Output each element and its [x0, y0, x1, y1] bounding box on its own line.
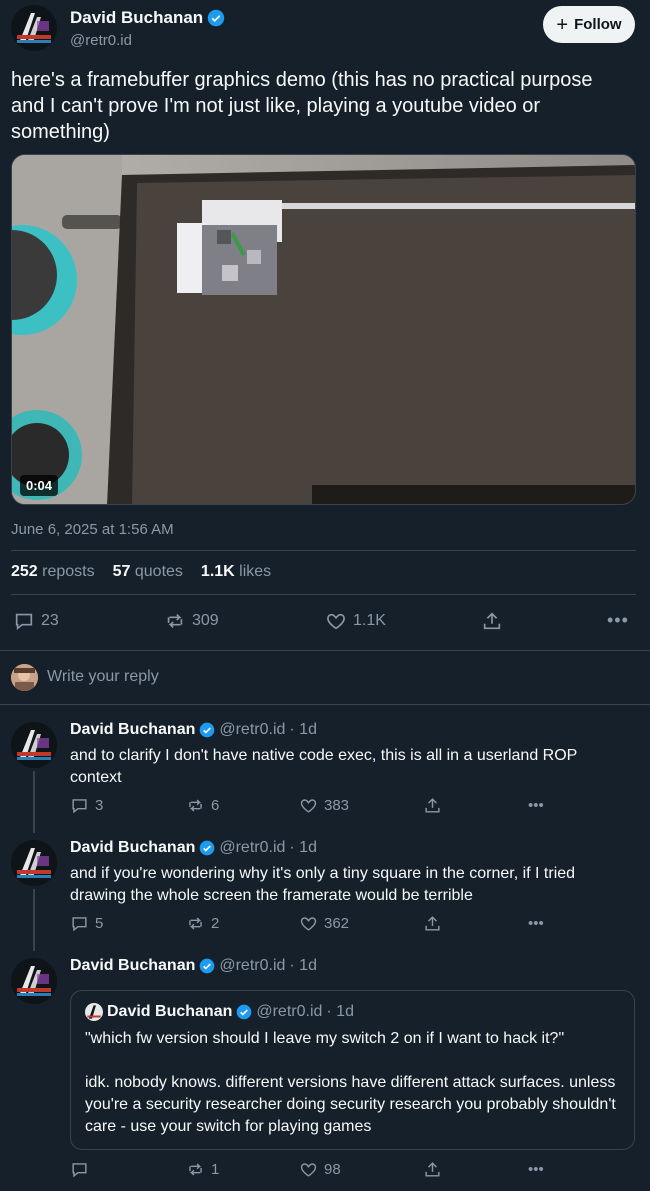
- like-button[interactable]: 362: [299, 914, 349, 933]
- reply-avatar[interactable]: [11, 722, 57, 768]
- repost-button[interactable]: 309: [164, 610, 219, 632]
- quoted-avatar: [85, 1003, 103, 1021]
- divider: [0, 704, 650, 705]
- divider: [11, 594, 636, 595]
- reply-icon: [72, 1163, 87, 1178]
- reply-author-name[interactable]: David Buchanan: [70, 839, 195, 857]
- more-icon: •••: [528, 1161, 544, 1178]
- heart-icon: [300, 1163, 317, 1177]
- heart-icon: [300, 799, 317, 813]
- verified-badge-icon: [200, 722, 215, 738]
- quoted-author-handle: @retr0.id: [256, 1003, 323, 1020]
- repost-button[interactable]: 2: [186, 914, 219, 933]
- follow-button[interactable]: + Follow: [543, 6, 635, 43]
- reply-avatar[interactable]: [11, 958, 57, 1004]
- reply-author-name[interactable]: David Buchanan: [70, 957, 195, 975]
- more-icon: •••: [607, 610, 629, 630]
- more-icon: •••: [528, 797, 544, 814]
- repost-icon: [189, 917, 202, 930]
- share-button[interactable]: [481, 610, 503, 632]
- verified-badge-icon: [200, 840, 215, 856]
- thread-line: [33, 889, 35, 951]
- reply-header: David Buchanan @retr0.id · 1d: [70, 839, 317, 857]
- video-frame: [12, 155, 635, 504]
- plus-icon: +: [556, 13, 569, 36]
- author-avatar[interactable]: [11, 5, 57, 51]
- reply-icon: [72, 917, 87, 932]
- reply-button[interactable]: 23: [13, 610, 59, 632]
- reply-button[interactable]: 3: [70, 796, 103, 815]
- tweet-text: here's a framebuffer graphics demo (this…: [11, 69, 593, 143]
- reply-time[interactable]: · 1d: [289, 957, 317, 975]
- repost-button[interactable]: 6: [186, 796, 219, 815]
- repost-icon: [189, 1163, 202, 1176]
- reply-button[interactable]: [70, 1160, 95, 1179]
- quoted-text: "which fw version should I leave my swit…: [85, 1030, 565, 1047]
- reply-time[interactable]: · 1d: [289, 721, 317, 739]
- reply-text: and to clarify I don't have native code …: [70, 747, 578, 786]
- more-options-button[interactable]: •••: [528, 797, 544, 814]
- heart-icon: [327, 613, 345, 630]
- reply-icon: [15, 613, 33, 631]
- reposts-stat[interactable]: 252 reposts: [11, 563, 95, 581]
- reply-author-handle[interactable]: @retr0.id: [219, 957, 285, 975]
- share-button[interactable]: [423, 1160, 442, 1179]
- quoted-post[interactable]: David Buchanan @retr0.id · 1d "which fw …: [70, 990, 635, 1150]
- reply-button[interactable]: 5: [70, 914, 103, 933]
- share-icon: [425, 798, 440, 813]
- quoted-text: idk. nobody knows. different versions ha…: [85, 1074, 616, 1135]
- repost-icon: [167, 613, 183, 629]
- like-button[interactable]: 98: [299, 1160, 341, 1179]
- reply-author-handle[interactable]: @retr0.id: [219, 839, 285, 857]
- share-icon: [425, 1162, 440, 1177]
- reply-input[interactable]: Write your reply: [47, 668, 159, 686]
- reply-time[interactable]: · 1d: [289, 839, 317, 857]
- share-icon: [425, 916, 440, 931]
- repost-icon: [189, 799, 202, 812]
- author-name[interactable]: David Buchanan: [70, 8, 225, 28]
- heart-icon: [300, 917, 317, 931]
- more-options-button[interactable]: •••: [528, 1161, 544, 1178]
- video-player[interactable]: 0:04: [11, 154, 636, 505]
- quoted-time: · 1d: [326, 1003, 354, 1020]
- share-button[interactable]: [423, 914, 442, 933]
- verified-badge-icon: [207, 9, 225, 27]
- quoted-author-name: David Buchanan: [107, 1003, 233, 1020]
- video-duration: 0:04: [20, 475, 59, 496]
- likes-stat[interactable]: 1.1K likes: [201, 563, 271, 581]
- verified-badge-icon: [237, 1004, 252, 1020]
- share-button[interactable]: [423, 796, 442, 815]
- reply-icon: [72, 799, 87, 814]
- more-icon: •••: [528, 915, 544, 932]
- reply-header: David Buchanan @retr0.id · 1d: [70, 957, 317, 975]
- tweet-timestamp[interactable]: June 6, 2025 at 1:56 AM: [11, 521, 174, 538]
- divider: [0, 650, 650, 651]
- reply-avatar[interactable]: [11, 840, 57, 886]
- like-button[interactable]: 1.1K: [325, 610, 386, 632]
- divider: [11, 550, 636, 551]
- more-options-button[interactable]: •••: [528, 915, 544, 932]
- reply-text: and if you're wondering why it's only a …: [70, 865, 576, 904]
- quoted-post-header: David Buchanan @retr0.id · 1d: [85, 1003, 354, 1021]
- reply-author-name[interactable]: David Buchanan: [70, 721, 195, 739]
- quotes-stat[interactable]: 57 quotes: [113, 563, 183, 581]
- share-icon: [483, 612, 501, 630]
- tweet-stats: 252 reposts 57 quotes 1.1K likes: [11, 563, 271, 581]
- thread-line: [33, 771, 35, 833]
- author-handle[interactable]: @retr0.id: [70, 32, 132, 49]
- more-options-button[interactable]: •••: [607, 610, 629, 631]
- verified-badge-icon: [200, 958, 215, 974]
- repost-button[interactable]: 1: [186, 1160, 219, 1179]
- reply-author-handle[interactable]: @retr0.id: [219, 721, 285, 739]
- like-button[interactable]: 383: [299, 796, 349, 815]
- current-user-avatar: [11, 664, 38, 691]
- reply-header: David Buchanan @retr0.id · 1d: [70, 721, 317, 739]
